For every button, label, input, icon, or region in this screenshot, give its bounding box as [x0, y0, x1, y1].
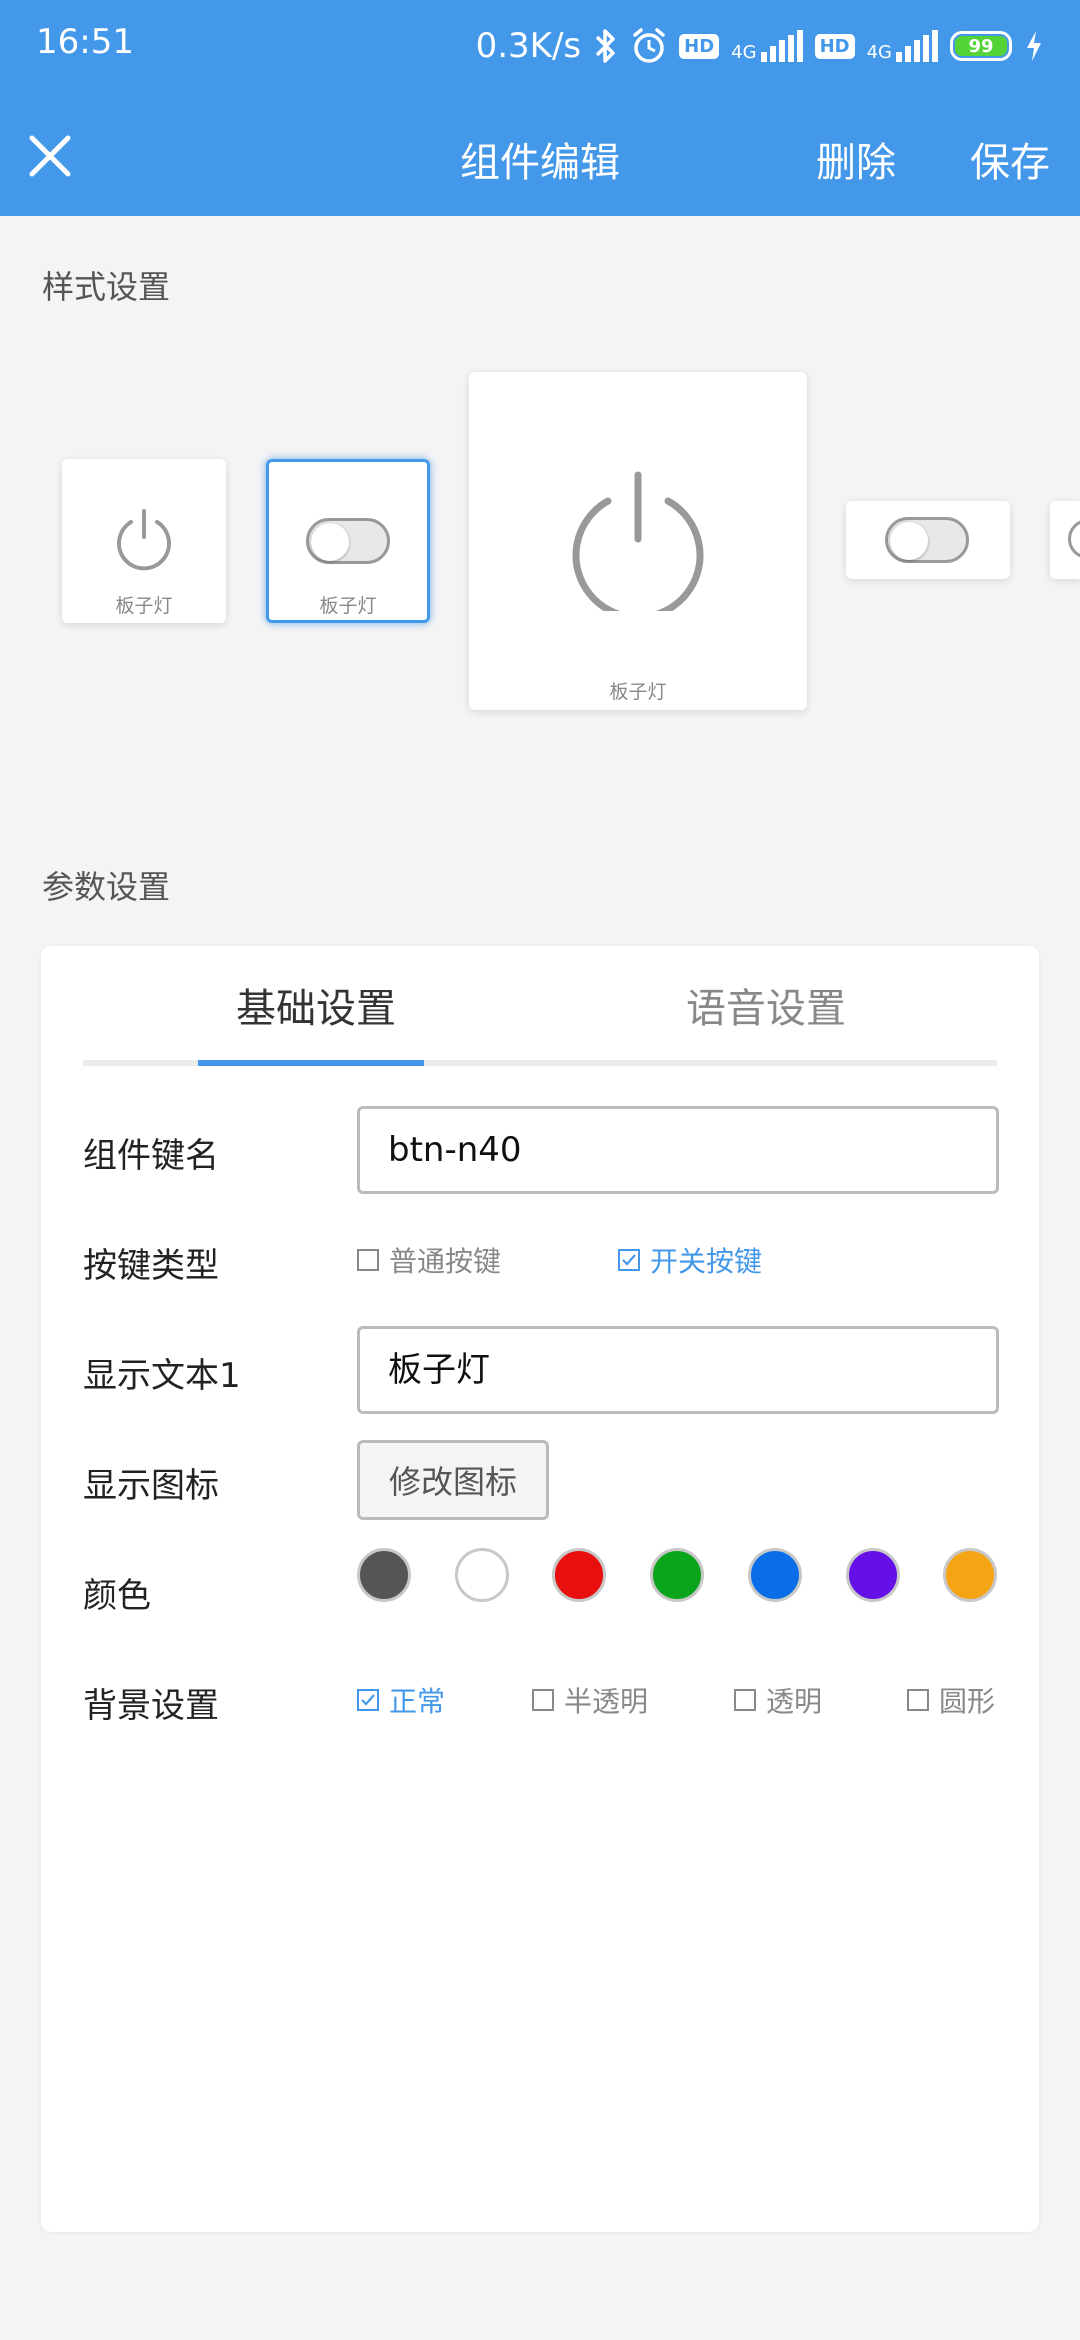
background-transparent-option[interactable]: 透明 [734, 1680, 822, 1720]
hd-badge: HD [679, 33, 720, 59]
check-icon [361, 1694, 375, 1706]
option-label: 正常 [389, 1685, 446, 1718]
power-icon [117, 509, 171, 571]
network-speed: 0.3K/s [475, 26, 582, 66]
tab-indicator [198, 1060, 424, 1066]
status-time: 16:51 [36, 22, 134, 62]
save-button[interactable]: 保存 [970, 130, 1050, 188]
battery-level: 99 [955, 36, 1007, 57]
color-swatch-5[interactable] [845, 1548, 900, 1602]
tab-voice-settings[interactable]: 语音设置 [686, 976, 846, 1034]
color-swatch-0[interactable] [357, 1548, 411, 1602]
hd-badge-2: HD [814, 33, 855, 59]
network-type: 4G [731, 42, 757, 63]
status-icons: 0.3K/s HD 4G HD 4G 99 [476, 22, 1044, 70]
background-normal-option[interactable]: 正常 [357, 1680, 445, 1720]
checkbox[interactable] [357, 1249, 379, 1271]
bluetooth-icon [593, 27, 619, 65]
param-section-title: 参数设置 [42, 868, 171, 906]
color-swatch-3[interactable] [650, 1548, 705, 1602]
card-label: 板子灯 [319, 595, 377, 617]
color-swatch-6[interactable] [943, 1548, 998, 1602]
key-name-input[interactable]: btn-n40 [357, 1106, 999, 1194]
power-icon [572, 471, 704, 611]
charging-icon [1024, 29, 1044, 63]
tab-basic-settings[interactable]: 基础设置 [236, 976, 396, 1034]
delete-button[interactable]: 删除 [816, 130, 896, 188]
signal-icon-2: 4G [867, 30, 938, 62]
background-translucent-option[interactable]: 半透明 [532, 1680, 648, 1720]
alarm-icon [631, 27, 667, 65]
checkbox[interactable] [532, 1689, 554, 1711]
option-label: 半透明 [564, 1685, 649, 1718]
background-label: 背景设置 [83, 1686, 219, 1726]
key-name-label: 组件键名 [83, 1136, 219, 1176]
top-bar: 16:51 0.3K/s HD 4G HD 4G 99 组件编辑 删除 保存 [0, 0, 1080, 216]
style-card-power-large[interactable]: 板子灯 [469, 372, 807, 710]
option-label: 开关按键 [650, 1245, 763, 1278]
option-label: 普通按键 [389, 1245, 502, 1278]
color-label: 颜色 [83, 1576, 151, 1616]
style-section-title: 样式设置 [42, 268, 171, 306]
style-card-toggle-small[interactable]: 板子灯 [266, 459, 430, 623]
style-card-power-small[interactable]: 板子灯 [62, 459, 226, 623]
partial-icon [1068, 519, 1080, 559]
page-title: 组件编辑 [460, 140, 620, 186]
check-icon [622, 1254, 636, 1266]
color-swatch-1[interactable] [454, 1548, 509, 1602]
card-label: 板子灯 [609, 681, 667, 703]
option-label: 圆形 [939, 1685, 996, 1718]
checkbox-checked[interactable] [357, 1689, 379, 1711]
color-swatch-4[interactable] [747, 1548, 802, 1602]
background-round-option[interactable]: 圆形 [907, 1680, 995, 1720]
display-text-label: 显示文本1 [83, 1356, 241, 1396]
toggle-knob [890, 522, 928, 560]
toggle-knob [311, 523, 349, 561]
network-type-2: 4G [866, 42, 892, 63]
checkbox[interactable] [734, 1689, 756, 1711]
display-text-input[interactable]: 板子灯 [357, 1326, 999, 1414]
checkbox[interactable] [907, 1689, 929, 1711]
key-type-label: 按键类型 [83, 1246, 219, 1286]
signal-icon: 4G [731, 30, 803, 63]
card-label: 板子灯 [115, 595, 173, 617]
key-type-switch-option[interactable]: 开关按键 [618, 1240, 762, 1280]
toggle-switch-icon [885, 517, 969, 563]
option-label: 透明 [766, 1685, 823, 1718]
style-card-toggle-wide[interactable] [846, 501, 1010, 579]
edit-icon-button[interactable]: 修改图标 [357, 1440, 549, 1520]
battery-icon: 99 [950, 31, 1012, 61]
key-type-normal-option[interactable]: 普通按键 [357, 1240, 501, 1280]
color-swatch-2[interactable] [552, 1548, 607, 1602]
param-panel: 基础设置 语音设置 组件键名 btn-n40 按键类型 普通按键 开关按键 显示… [41, 946, 1039, 2232]
checkbox-checked[interactable] [618, 1249, 640, 1271]
display-icon-label: 显示图标 [83, 1466, 219, 1506]
style-card-partial[interactable] [1050, 501, 1080, 579]
toggle-switch-icon [306, 518, 390, 564]
